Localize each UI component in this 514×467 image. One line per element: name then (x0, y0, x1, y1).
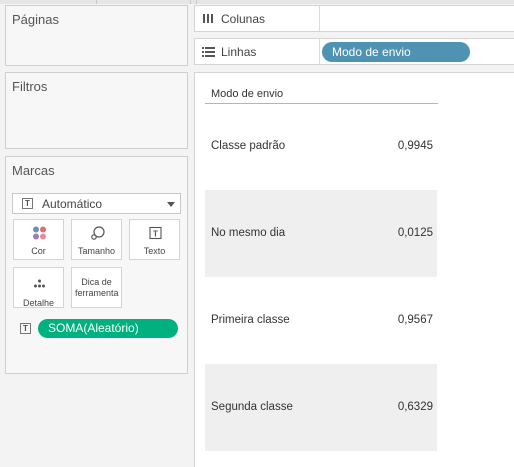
tooltip-button[interactable]: Dica de ferramenta (71, 267, 122, 308)
chevron-down-icon (167, 202, 175, 207)
text-button-label: Texto (143, 246, 166, 256)
column-header[interactable]: Modo de envio (211, 88, 283, 100)
pages-title: Páginas (12, 12, 59, 27)
text-mark-icon: T (20, 323, 31, 334)
row-value: 0,9567 (397, 314, 433, 326)
filters-title: Filtros (12, 79, 48, 94)
marks-title: Marcas (12, 163, 55, 178)
row-category: No mesmo dia (211, 227, 286, 239)
table-row[interactable]: Primeira classe 0,9567 (205, 277, 437, 364)
columns-icon (203, 14, 213, 23)
detail-button-label: Detalhe (22, 298, 55, 308)
filters-card[interactable]: Filtros (5, 72, 188, 149)
detail-button[interactable]: Detalhe (13, 267, 64, 308)
row-value: 0,0125 (397, 227, 433, 239)
color-button-label: Cor (31, 246, 46, 256)
rows-label: Linhas (221, 45, 257, 59)
text-mark-icon: T (22, 198, 33, 209)
row-value: 0,9945 (397, 140, 433, 152)
dimension-pill[interactable]: Modo de envio (322, 42, 470, 62)
row-value: 0,6329 (397, 401, 433, 413)
table-row[interactable]: No mesmo dia 0,0125 (205, 190, 437, 277)
table-row[interactable]: Classe padrão 0,9945 (205, 103, 437, 190)
rows-shelf[interactable]: Linhas Modo de envio (194, 38, 514, 65)
measure-pill[interactable]: SOMA(Aleatório) (38, 319, 178, 338)
columns-shelf[interactable]: Colunas (194, 5, 514, 32)
text-button[interactable]: T Texto (129, 219, 180, 260)
color-button[interactable]: Cor (13, 219, 64, 260)
tooltip-button-label: Dica de ferramenta (75, 277, 119, 298)
row-category: Segunda classe (211, 401, 293, 413)
size-button-label: Tamanho (77, 246, 116, 256)
svg-text:T: T (153, 230, 158, 239)
rows-icon (202, 47, 215, 57)
pages-card[interactable]: Páginas (5, 5, 188, 66)
top-strip (0, 0, 514, 4)
shelf-divider (319, 39, 320, 64)
size-bubble-icon (91, 226, 105, 240)
row-category: Classe padrão (211, 140, 286, 152)
mark-type-dropdown[interactable]: T Automático (12, 193, 181, 214)
shelf-divider (319, 6, 320, 31)
mark-type-label: Automático (42, 197, 103, 211)
text-t-icon: T (149, 226, 162, 240)
columns-label: Colunas (221, 12, 266, 26)
table-row[interactable]: Segunda classe 0,6329 (205, 364, 437, 451)
marks-card: Marcas T Automático Cor Tamanho T Texto … (5, 156, 188, 374)
row-category: Primeira classe (211, 314, 290, 326)
size-button[interactable]: Tamanho (71, 219, 122, 260)
color-dots-icon (33, 226, 46, 240)
detail-dots-icon (34, 279, 45, 288)
view-area: Modo de envio Classe padrão 0,9945 No me… (194, 72, 514, 467)
